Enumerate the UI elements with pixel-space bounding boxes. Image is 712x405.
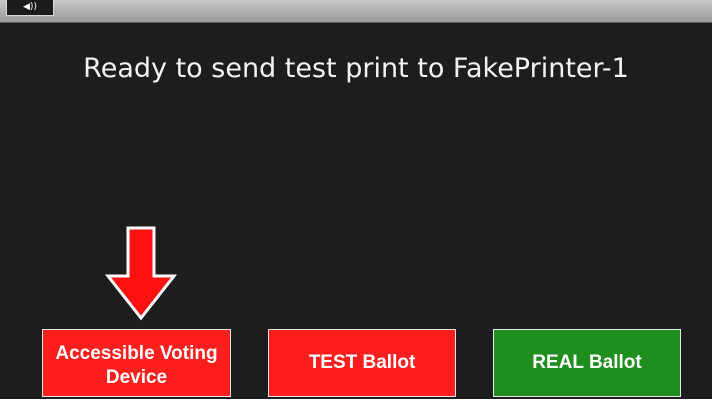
status-message: Ready to send test print to FakePrinter-… <box>83 53 629 84</box>
down-arrow-icon <box>104 226 178 321</box>
test-ballot-label: TEST Ballot <box>308 352 416 373</box>
test-ballot-button[interactable]: TEST Ballot <box>268 329 456 397</box>
accessible-voting-device-label: Accessible Voting Device <box>55 343 218 388</box>
kiosk-screen: ◀)) Ready to send test print to FakePrin… <box>0 0 712 405</box>
real-ballot-label: REAL Ballot <box>532 352 642 373</box>
volume-button[interactable]: ◀)) <box>6 0 54 16</box>
real-ballot-button[interactable]: REAL Ballot <box>493 329 681 397</box>
top-bar: ◀)) <box>0 0 712 23</box>
bottom-edge <box>0 399 712 405</box>
speaker-icon: ◀)) <box>23 2 37 12</box>
accessible-voting-device-button[interactable]: Accessible Voting Device <box>42 329 231 397</box>
